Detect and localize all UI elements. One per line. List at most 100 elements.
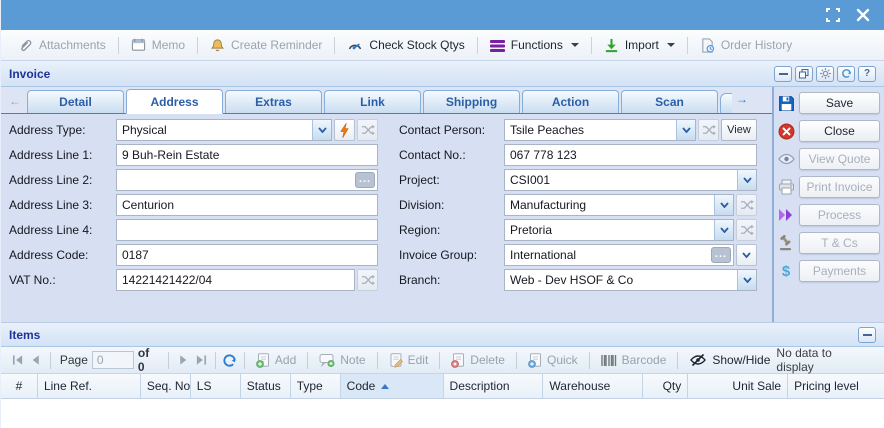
column-header-unit-sale[interactable]: Unit Sale [688, 374, 788, 398]
tab-bar: ← Detail Address Extras Link Shipping Ac… [1, 87, 772, 114]
region-combo[interactable] [504, 219, 734, 241]
close-button[interactable]: Close [799, 120, 880, 142]
shuffle-button[interactable] [736, 194, 757, 216]
column-header-warehouse[interactable]: Warehouse [543, 374, 643, 398]
region-input[interactable] [505, 220, 714, 240]
print-invoice-button[interactable]: Print Invoice [799, 176, 880, 198]
edit-button[interactable]: Edit [383, 349, 435, 371]
column-header-qty[interactable]: Qty [643, 374, 688, 398]
address-line2-input[interactable] [116, 169, 378, 191]
check-stock-qtys-button[interactable]: Check Stock Qtys [338, 33, 473, 57]
tab-address[interactable]: Address [126, 89, 223, 114]
close-icon[interactable] [856, 8, 870, 22]
tab-scan[interactable]: Scan [621, 90, 718, 113]
printer-icon [776, 179, 796, 195]
chevron-down-icon[interactable] [676, 120, 695, 140]
save-button[interactable]: Save [799, 92, 880, 114]
chevron-down-icon[interactable] [312, 120, 331, 140]
column-header-pricing-level[interactable]: Pricing level [788, 374, 884, 398]
tab-scroll-left-icon[interactable]: ← [5, 91, 25, 111]
address-type-input[interactable] [117, 120, 312, 140]
first-page-icon[interactable] [9, 351, 27, 369]
barcode-button[interactable]: Barcode [595, 349, 673, 371]
shuffle-button[interactable] [736, 219, 757, 241]
contact-no-input[interactable] [504, 144, 757, 166]
refresh-icon[interactable] [221, 351, 239, 369]
column-header-line-ref[interactable]: Line Ref. [38, 374, 141, 398]
ellipsis-button[interactable]: ... [355, 172, 375, 188]
import-button[interactable]: Import [595, 33, 684, 57]
refresh-panel-button[interactable] [837, 66, 855, 82]
column-header-seq-no[interactable]: Seq. No. [141, 374, 191, 398]
shuffle-button[interactable] [357, 269, 378, 291]
column-header-description[interactable]: Description [444, 374, 544, 398]
column-header-ls[interactable]: LS [191, 374, 241, 398]
project-input[interactable] [505, 170, 737, 190]
branch-label: Branch: [399, 273, 504, 287]
tab-extras[interactable]: Extras [225, 90, 322, 113]
prev-page-icon[interactable] [27, 351, 45, 369]
address-line1-input[interactable] [116, 144, 378, 166]
project-combo[interactable] [504, 169, 757, 191]
contact-person-combo[interactable] [504, 119, 696, 141]
division-input[interactable] [505, 195, 714, 215]
shuffle-button[interactable] [357, 119, 378, 141]
delete-button[interactable]: Delete [445, 349, 511, 371]
minimize-panel-button[interactable] [774, 66, 792, 82]
tab-detail[interactable]: Detail [27, 90, 124, 113]
create-reminder-button[interactable]: Create Reminder [201, 33, 331, 57]
items-grid-body[interactable] [1, 399, 884, 428]
tcs-button[interactable]: T & Cs [799, 232, 880, 254]
chevron-down-icon[interactable] [737, 170, 756, 190]
note-button[interactable]: Note [313, 349, 371, 371]
help-button[interactable]: ? [858, 66, 876, 82]
column-header-number[interactable]: # [1, 374, 38, 398]
memo-button[interactable]: Memo [122, 33, 194, 57]
contact-person-input[interactable] [505, 120, 676, 140]
column-header-code[interactable]: Code [341, 374, 444, 398]
view-contact-button[interactable]: View [721, 119, 757, 141]
payments-button[interactable]: Payments [799, 260, 880, 282]
ellipsis-button[interactable]: ... [711, 247, 731, 263]
attachments-button[interactable]: Attachments [9, 33, 115, 57]
tab-shipping[interactable]: Shipping [423, 90, 520, 113]
show-hide-button[interactable]: Show/Hide [683, 349, 776, 371]
tab-action[interactable]: Action [522, 90, 619, 113]
address-line3-input[interactable] [116, 194, 378, 216]
minimize-items-button[interactable] [858, 327, 876, 343]
tab-scroll-right-icon[interactable]: → [732, 89, 752, 109]
last-page-icon[interactable] [192, 351, 210, 369]
save-row: Save [776, 91, 880, 115]
functions-button[interactable]: Functions [481, 33, 588, 57]
tab-link[interactable]: Link [324, 90, 421, 113]
invoice-group-input[interactable] [504, 244, 734, 266]
order-history-button[interactable]: Order History [691, 33, 801, 57]
lightning-button[interactable] [334, 119, 355, 141]
next-page-icon[interactable] [174, 351, 192, 369]
page-number-input[interactable] [92, 351, 134, 369]
address-line4-input[interactable] [116, 219, 378, 241]
order-history-icon [700, 38, 715, 53]
quick-button[interactable]: Quick [522, 349, 584, 371]
view-quote-button[interactable]: View Quote [799, 148, 880, 170]
address-type-combo[interactable] [116, 119, 332, 141]
chevron-down-icon[interactable] [737, 270, 756, 290]
vat-no-input[interactable] [116, 269, 355, 291]
main-area: ← Detail Address Extras Link Shipping Ac… [1, 87, 884, 322]
process-button[interactable]: Process [799, 204, 880, 226]
division-combo[interactable] [504, 194, 734, 216]
chevron-down-icon[interactable] [714, 195, 733, 215]
note-icon [319, 353, 335, 367]
column-header-status[interactable]: Status [241, 374, 291, 398]
branch-combo[interactable] [504, 269, 757, 291]
chevron-down-button[interactable] [736, 244, 757, 266]
cascade-windows-button[interactable] [795, 66, 813, 82]
column-header-type[interactable]: Type [291, 374, 341, 398]
shuffle-button[interactable] [698, 119, 719, 141]
fullscreen-icon[interactable] [826, 8, 840, 22]
branch-input[interactable] [505, 270, 737, 290]
gear-button[interactable] [816, 66, 834, 82]
chevron-down-icon[interactable] [714, 220, 733, 240]
address-code-input[interactable] [116, 244, 378, 266]
add-button[interactable]: Add [250, 349, 302, 371]
